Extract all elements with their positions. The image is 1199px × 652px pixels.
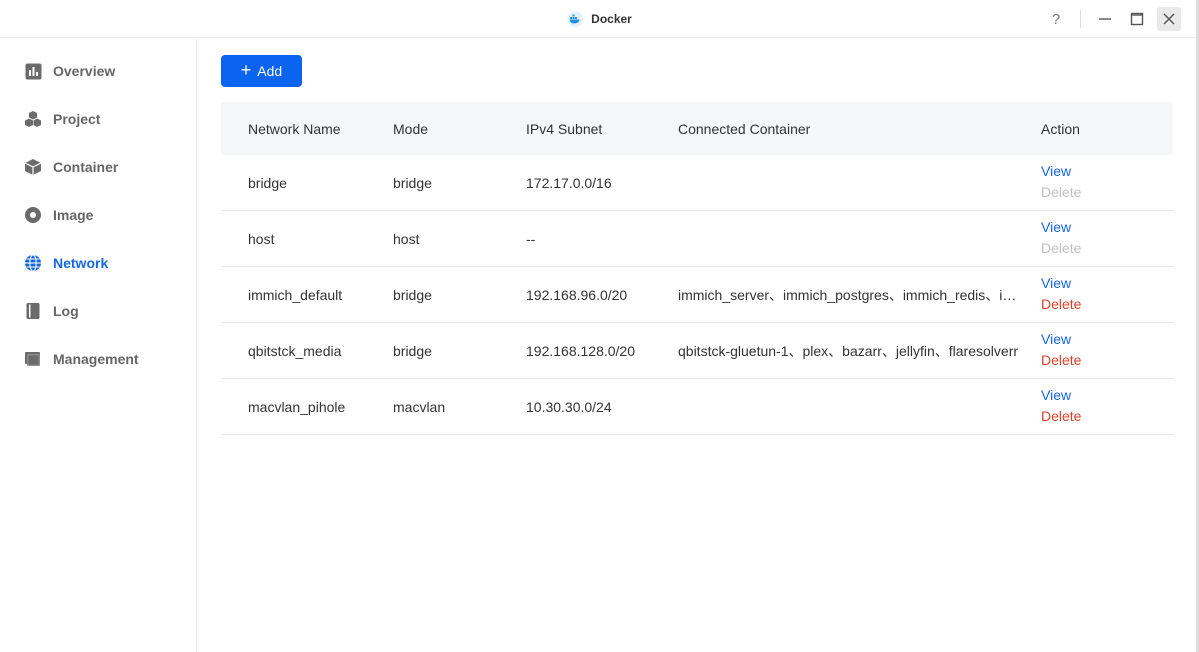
sidebar-item-image[interactable]: Image — [24, 203, 93, 227]
network-name: macvlan_pihole — [248, 398, 346, 415]
sidebar-item-label: Network — [53, 255, 109, 271]
network-mode: host — [393, 230, 420, 247]
view-link[interactable]: View — [1041, 275, 1081, 292]
network-subnet: 172.17.0.0/16 — [526, 174, 612, 191]
sidebar-item-label: Management — [53, 351, 139, 367]
sidebar-item-management[interactable]: Management — [24, 347, 139, 371]
delete-link[interactable]: Delete — [1041, 296, 1081, 313]
sidebar-item-label: Container — [53, 159, 119, 175]
sidebar-item-log[interactable]: Log — [24, 299, 79, 323]
column-header-network-name[interactable]: Network Name — [248, 102, 353, 155]
network-table: Network Name Mode IPv4 Subnet Connected … — [221, 102, 1173, 435]
sidebar-item-overview[interactable]: Overview — [24, 59, 115, 83]
close-button[interactable] — [1157, 7, 1181, 31]
network-subnet: 192.168.128.0/20 — [526, 342, 635, 359]
add-button-label: Add — [257, 63, 283, 79]
plus-icon: + — [240, 60, 252, 80]
close-icon — [1163, 13, 1175, 25]
column-header-ipv4-subnet[interactable]: IPv4 Subnet — [526, 102, 666, 155]
add-network-button[interactable]: + Add — [221, 55, 302, 87]
sidebar: Overview Project Container Image Network… — [0, 39, 197, 652]
column-header-connected-container[interactable]: Connected Container — [678, 102, 1018, 155]
titlebar-divider — [1080, 10, 1081, 28]
network-subnet: 192.168.96.0/20 — [526, 286, 628, 303]
view-link[interactable]: View — [1041, 163, 1081, 180]
sidebar-item-container[interactable]: Container — [24, 155, 118, 179]
network-name: immich_default — [248, 286, 343, 303]
minimize-button[interactable] — [1093, 7, 1117, 31]
connected-containers: qbitstck-gluetun-1、plex、bazarr、jellyfin、… — [678, 342, 1018, 359]
network-mode: bridge — [393, 286, 432, 303]
sidebar-item-label: Overview — [53, 63, 116, 79]
network-name: bridge — [248, 174, 287, 191]
window-title: Docker — [0, 0, 1199, 38]
table-row: macvlan_pihole macvlan 10.30.30.0/24 Vie… — [221, 379, 1173, 435]
cubes-icon — [24, 110, 42, 128]
sidebar-item-network[interactable]: Network — [24, 251, 108, 275]
sidebar-item-project[interactable]: Project — [24, 107, 100, 131]
column-header-mode[interactable]: Mode — [393, 102, 503, 155]
window-title-text: Docker — [591, 12, 632, 26]
help-icon: ? — [1051, 10, 1061, 28]
minimize-icon — [1099, 18, 1111, 20]
network-subnet: -- — [526, 230, 536, 247]
maximize-button[interactable] — [1125, 7, 1149, 31]
box-icon — [24, 158, 42, 176]
network-mode: bridge — [393, 174, 432, 191]
disc-icon — [24, 206, 42, 224]
delete-link[interactable]: Delete — [1041, 352, 1081, 369]
drive-icon — [24, 350, 42, 368]
table-row: immich_default bridge 192.168.96.0/20 im… — [221, 267, 1173, 323]
sidebar-item-label: Image — [53, 207, 94, 223]
network-name: host — [248, 230, 275, 247]
sidebar-item-label: Project — [53, 111, 101, 127]
bar-chart-icon — [24, 62, 42, 80]
table-row: bridge bridge 172.17.0.0/16 View Delete — [221, 155, 1173, 211]
table-row: qbitstck_media bridge 192.168.128.0/20 q… — [221, 323, 1173, 379]
globe-icon — [24, 254, 42, 272]
delete-link: Delete — [1041, 240, 1082, 256]
view-link[interactable]: View — [1041, 219, 1081, 236]
network-name: qbitstck_media — [248, 342, 342, 359]
help-button[interactable]: ? — [1044, 7, 1068, 31]
network-mode: macvlan — [393, 398, 446, 415]
delete-link[interactable]: Delete — [1041, 408, 1081, 425]
title-bar: Docker ? — [0, 0, 1199, 38]
column-header-action: Action — [1041, 120, 1080, 137]
view-link[interactable]: View — [1041, 331, 1081, 348]
network-mode: bridge — [393, 342, 432, 359]
view-link[interactable]: View — [1041, 387, 1081, 404]
maximize-icon — [1130, 12, 1144, 26]
connected-containers: immich_server、immich_postgres、immich_red… — [678, 286, 1018, 303]
docker-whale-icon — [567, 11, 584, 27]
sidebar-item-label: Log — [53, 303, 79, 319]
network-subnet: 10.30.30.0/24 — [526, 398, 612, 415]
book-icon — [24, 302, 42, 320]
delete-link: Delete — [1041, 184, 1082, 200]
table-row: host host -- View Delete — [221, 211, 1173, 267]
table-header: Network Name Mode IPv4 Subnet Connected … — [221, 102, 1173, 155]
